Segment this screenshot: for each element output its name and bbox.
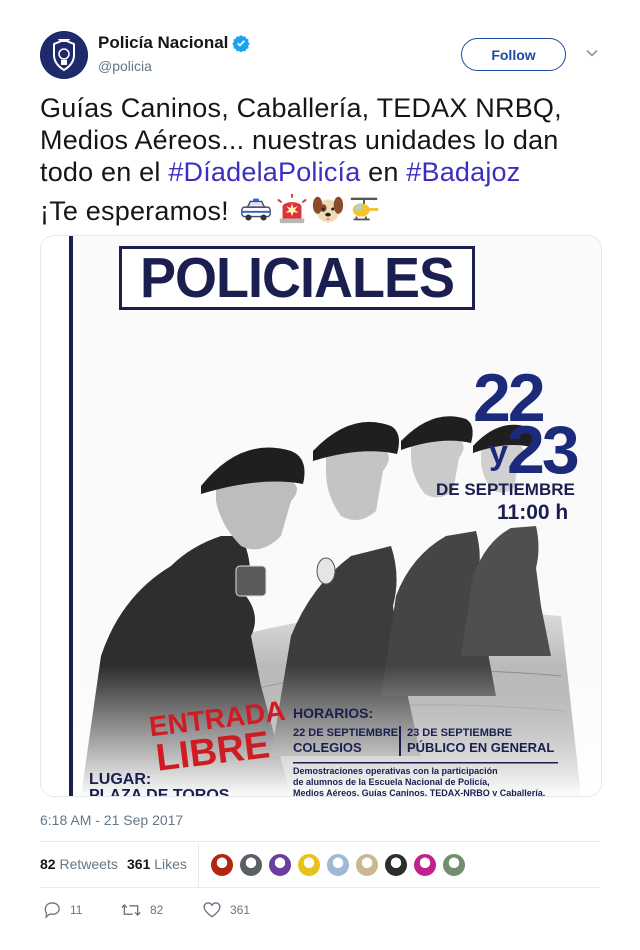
poster-sched2-date: 23 DE SEPTIEMBRE [407,727,513,739]
tweet-text: Guías Caninos, Caballería, TEDAX NRBQ, M… [40,92,600,227]
liker-avatar[interactable] [268,853,292,877]
retweet-count: 82 [150,903,164,917]
hashtag-link[interactable]: #DíadelaPolicía [168,157,360,187]
like-button[interactable]: 361 [202,898,250,922]
retweets-stat[interactable]: 82 Retweets [40,856,118,872]
reply-count: 11 [70,903,83,917]
dog-face-icon [312,196,343,223]
poster-desc-line: Medios Aéreos, Guías Caninos, TEDAX-NRBQ… [293,788,546,797]
liker-avatar[interactable] [326,853,350,877]
poster-sched2-who: PÚBLICO EN GENERAL [407,740,555,755]
display-name[interactable]: Policía Nacional [98,33,228,53]
poster-sched1-who: COLEGIOS [293,740,362,755]
poster-desc-line: de alumnos de la Escuela Nacional de Pol… [293,777,490,787]
heart-icon [203,902,221,918]
tweet-line: Guías Caninos, Caballería, TEDAX NRBQ, [40,93,562,123]
liker-avatar[interactable] [384,853,408,877]
tweet-text-segment: todo en el [40,157,169,187]
poster-date-day2: 23 [507,412,580,488]
tweet-timestamp[interactable]: 6:18 AM - 21 Sep 2017 [40,812,183,828]
liker-avatar[interactable] [355,853,379,877]
poster-desc-line: Demostraciones operativas con la partici… [293,766,498,776]
police-badge-icon [40,31,88,79]
liker-avatar[interactable] [239,853,263,877]
liker-avatar[interactable] [413,853,437,877]
divider [40,887,600,888]
poster-horarios-title: HORARIOS: [293,705,374,721]
liker-avatar[interactable] [442,853,466,877]
poster-date-month: DE SEPTIEMBRE [436,480,575,499]
tweet-actions: 11 82 361 [40,898,600,922]
divider [40,841,600,842]
likes-label: Likes [154,856,187,872]
stats-separator [198,843,199,887]
profile-avatar[interactable] [40,31,88,79]
tweet-media-image[interactable]: POLICIALES 22 y 23 DE SEPTIEMBRE 11:00 h… [40,235,602,797]
tweet-line: Medios Aéreos... nuestras unidades lo da… [40,125,559,155]
tweet-text-segment: ¡Te esperamos! [40,196,229,226]
poster-time: 11:00 h [497,501,569,524]
poster-date-y: y [489,434,508,472]
reply-button[interactable]: 11 [42,898,82,922]
follow-button[interactable]: Follow [461,38,566,71]
liker-avatar[interactable] [297,853,321,877]
liker-avatar[interactable] [210,853,234,877]
poster-entrada-libre: ENTRADA LIBRE [147,695,287,780]
police-car-icon [240,198,271,221]
retweets-count: 82 [40,856,56,872]
chevron-down-icon[interactable] [585,46,599,60]
tweet-line: ¡Te esperamos! [40,192,600,227]
retweet-icon [121,904,141,916]
like-count: 361 [230,903,251,917]
poster-title-box: POLICIALES [119,246,475,310]
tweet-text-segment: en [360,157,407,187]
tweet-stats: 82 Retweets 361 Likes [40,843,600,887]
hashtag-link[interactable]: #Badajoz [406,157,520,187]
poster-sched1-date: 22 DE SEPTIEMBRE [293,727,399,739]
account-handle[interactable]: @policia [98,58,250,74]
likes-stat[interactable]: 361 Likes [127,856,187,872]
retweet-button[interactable]: 82 [120,898,163,922]
verified-badge-icon [232,35,251,52]
tweet-header: Policía Nacional @policia Follow [40,30,600,82]
tweet-line: todo en el #DíadelaPolicía en #Badajoz [40,156,600,188]
helicopter-icon [350,197,378,221]
reply-icon [44,902,60,919]
poster-lugar-value: PLAZA DE TOROS [89,787,230,797]
retweets-label: Retweets [59,856,118,872]
likes-count: 361 [127,856,151,872]
rotating-light-icon [276,193,307,224]
poster-title: POLICIALES [139,246,455,310]
